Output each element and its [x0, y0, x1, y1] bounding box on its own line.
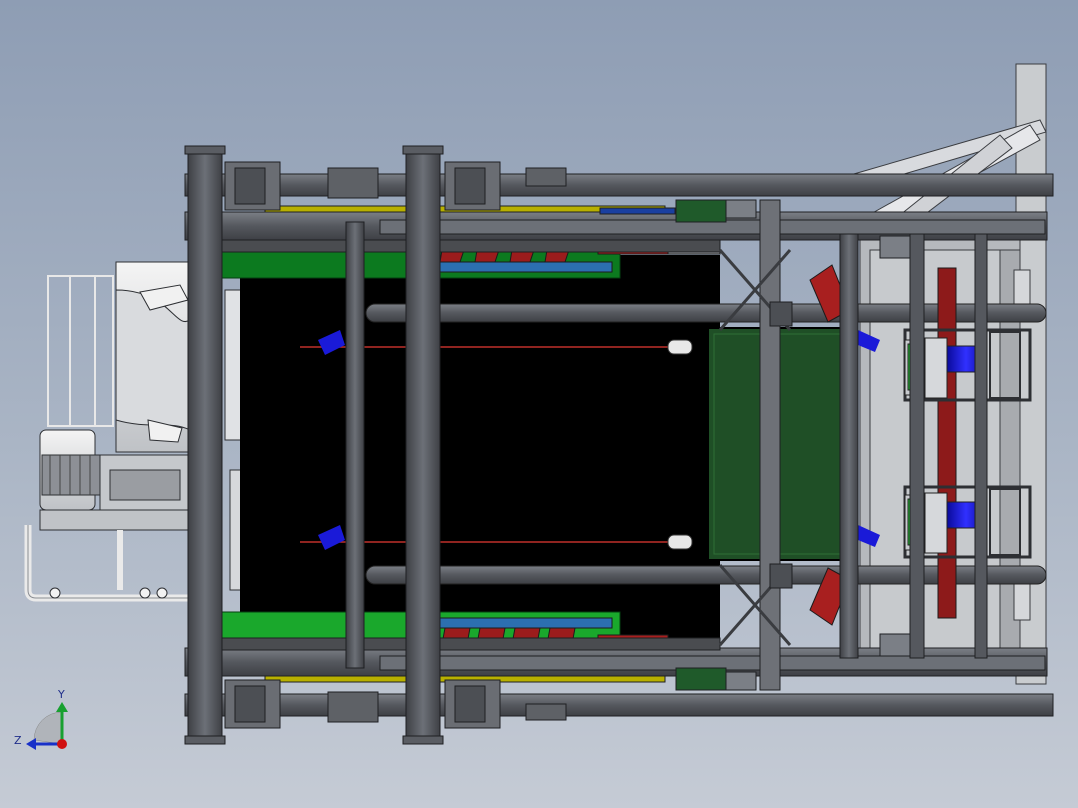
axis-z-label: Z — [14, 734, 22, 747]
discharge-plate — [707, 327, 855, 561]
axis-y-label: Y — [57, 688, 65, 701]
conveyor-assembly-drawing: Y Z — [14, 63, 1054, 750]
cad-viewport[interactable]: Y Z — [0, 0, 1078, 808]
coordinate-triad-icon[interactable]: Y Z — [14, 688, 68, 750]
